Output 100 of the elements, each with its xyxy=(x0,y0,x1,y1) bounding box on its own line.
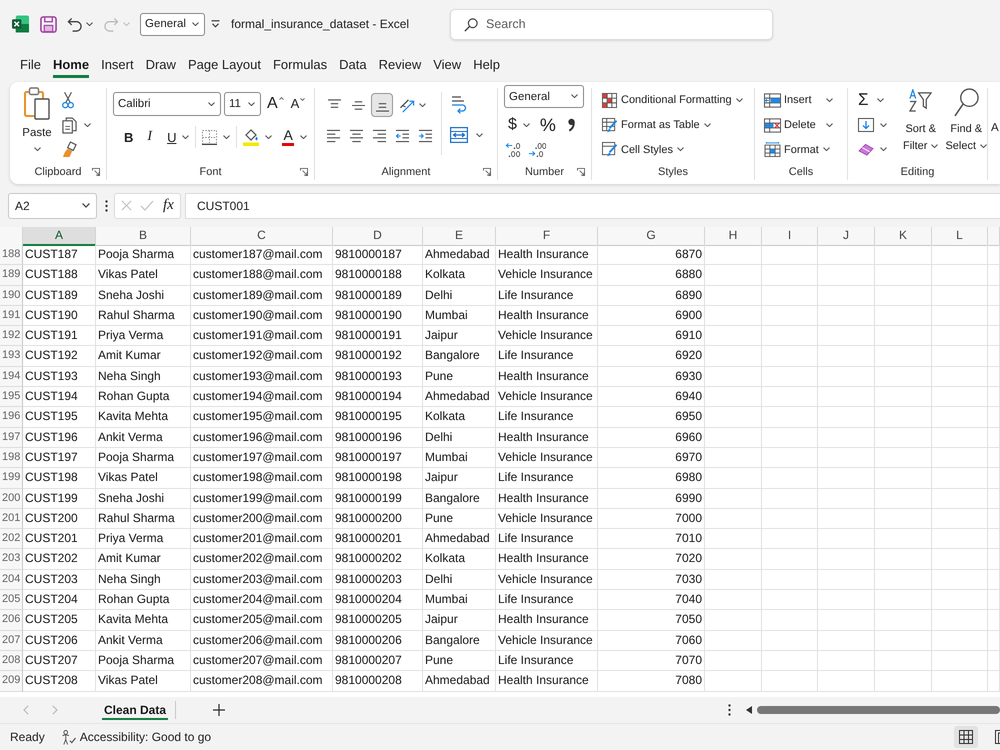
align-left-icon[interactable] xyxy=(326,129,341,143)
caret-icon[interactable] xyxy=(826,122,833,128)
caret-icon[interactable] xyxy=(300,134,307,140)
caret-icon[interactable] xyxy=(84,122,91,128)
caret-icon[interactable] xyxy=(880,147,887,152)
column-header[interactable]: J xyxy=(818,227,875,246)
caret-icon[interactable] xyxy=(182,134,190,140)
align-bottom-button[interactable] xyxy=(371,93,393,117)
copy-icon[interactable] xyxy=(62,116,77,134)
formula-field[interactable]: CUST001 xyxy=(185,192,1000,218)
font-name-dropdown[interactable]: Calibri xyxy=(113,92,221,116)
diagonal-text-icon[interactable] xyxy=(399,98,416,112)
insert-function-button[interactable]: fx xyxy=(163,197,174,214)
row-header[interactable]: 193 xyxy=(0,346,23,367)
caret-icon[interactable] xyxy=(265,134,272,140)
column-header[interactable]: B xyxy=(96,227,191,246)
search-field[interactable]: Search xyxy=(450,8,773,40)
caret-icon[interactable] xyxy=(419,102,426,108)
save-icon[interactable] xyxy=(40,16,57,32)
align-right-icon[interactable] xyxy=(372,129,387,143)
dots-vertical-icon[interactable] xyxy=(105,200,108,212)
name-box[interactable]: A2 xyxy=(8,192,97,218)
column-header[interactable]: L xyxy=(932,227,988,246)
format-cells-button[interactable]: Format xyxy=(764,142,819,158)
column-header[interactable]: E xyxy=(423,227,496,246)
increase-font-button[interactable]: A xyxy=(267,95,284,113)
row-header[interactable]: 199 xyxy=(0,468,23,489)
caret-icon[interactable] xyxy=(522,122,530,128)
find-select-button[interactable]: Find & Select xyxy=(945,88,988,162)
expand-corner-icon[interactable] xyxy=(483,168,491,176)
italic-button[interactable]: I xyxy=(147,129,152,145)
row-header[interactable]: 205 xyxy=(0,590,23,610)
column-header[interactable]: I xyxy=(762,227,818,246)
align-center-icon[interactable] xyxy=(349,129,364,143)
autosum-button[interactable]: Σ xyxy=(858,90,869,110)
caret-icon[interactable] xyxy=(86,22,93,26)
increase-indent-icon[interactable] xyxy=(418,129,433,143)
row-header[interactable]: 190 xyxy=(0,286,23,306)
font-color-button[interactable]: A xyxy=(282,128,294,146)
underline-button[interactable]: U xyxy=(167,130,176,144)
delete-cells-button[interactable]: Delete xyxy=(764,118,816,132)
caret-icon[interactable] xyxy=(223,134,230,140)
row-header[interactable]: 209 xyxy=(0,671,23,692)
decrease-decimal-icon[interactable] xyxy=(528,142,546,158)
undo-icon[interactable] xyxy=(67,16,82,32)
insert-cells-button[interactable]: Insert xyxy=(764,92,812,108)
row-header[interactable]: 208 xyxy=(0,650,23,672)
column-header[interactable]: H xyxy=(705,227,762,246)
expand-corner-icon[interactable] xyxy=(577,168,585,176)
row-header[interactable]: 204 xyxy=(0,570,23,590)
row-header[interactable]: 191 xyxy=(0,306,23,326)
down-arrow-box-icon[interactable] xyxy=(858,118,874,132)
column-header[interactable]: K xyxy=(875,227,932,246)
caret-icon[interactable] xyxy=(822,147,830,152)
decrease-indent-icon[interactable] xyxy=(395,129,410,143)
row-header[interactable]: 207 xyxy=(0,630,23,651)
comma-icon[interactable] xyxy=(568,118,575,132)
row-header[interactable]: 192 xyxy=(0,326,23,346)
paste-button[interactable]: Paste xyxy=(18,87,56,162)
plus-icon[interactable] xyxy=(213,704,226,716)
increase-decimal-icon[interactable] xyxy=(505,142,523,158)
conditional-formatting-button[interactable]: Conditional Formatting xyxy=(602,88,754,113)
menu-tab[interactable]: View xyxy=(427,50,468,78)
row-header[interactable]: 197 xyxy=(0,428,23,448)
caret-icon[interactable] xyxy=(826,98,833,103)
merge-cells-icon[interactable] xyxy=(450,127,468,143)
column-header[interactable]: A xyxy=(23,227,96,246)
borders-icon[interactable] xyxy=(202,130,218,144)
eraser-icon[interactable] xyxy=(858,143,874,156)
row-header[interactable]: 201 xyxy=(0,508,23,530)
row-header[interactable]: 195 xyxy=(0,387,23,408)
paint-bucket-icon[interactable] xyxy=(243,128,260,146)
sort-filter-button[interactable]: Sort & Filter xyxy=(903,88,938,162)
scrollbar-thumb[interactable] xyxy=(757,706,1000,714)
currency-button[interactable]: $ xyxy=(508,116,517,134)
row-header[interactable]: 206 xyxy=(0,610,23,631)
bold-button[interactable]: B xyxy=(124,130,134,144)
column-header[interactable]: C xyxy=(191,227,333,246)
number-format-dropdown[interactable]: General xyxy=(140,12,205,36)
dots-vertical-icon[interactable] xyxy=(728,704,731,716)
ribbon-button[interactable]: A xyxy=(991,122,999,134)
cell-styles-button[interactable]: Cell Styles xyxy=(602,137,754,162)
row-header[interactable]: 196 xyxy=(0,407,23,428)
column-header[interactable]: F xyxy=(496,227,598,246)
menu-tab[interactable]: Draw xyxy=(140,50,182,78)
decrease-font-button[interactable]: A xyxy=(290,96,306,112)
menu-tab[interactable]: Page Layout xyxy=(182,50,267,78)
caret-icon[interactable] xyxy=(476,132,483,138)
row-header[interactable]: 188 xyxy=(0,245,23,266)
row-header[interactable]: 202 xyxy=(0,529,23,550)
row-header[interactable]: 200 xyxy=(0,488,23,509)
row-header[interactable]: 203 xyxy=(0,549,23,570)
number-format-dropdown[interactable]: General xyxy=(504,85,584,108)
menu-tab[interactable]: Insert xyxy=(95,50,140,78)
row-header[interactable]: 198 xyxy=(0,448,23,468)
caret-icon[interactable] xyxy=(876,98,884,103)
menu-tab[interactable]: Review xyxy=(372,50,428,78)
column-header[interactable]: D xyxy=(333,227,423,246)
font-size-dropdown[interactable]: 11 xyxy=(224,92,261,116)
expand-corner-icon[interactable] xyxy=(300,168,308,176)
